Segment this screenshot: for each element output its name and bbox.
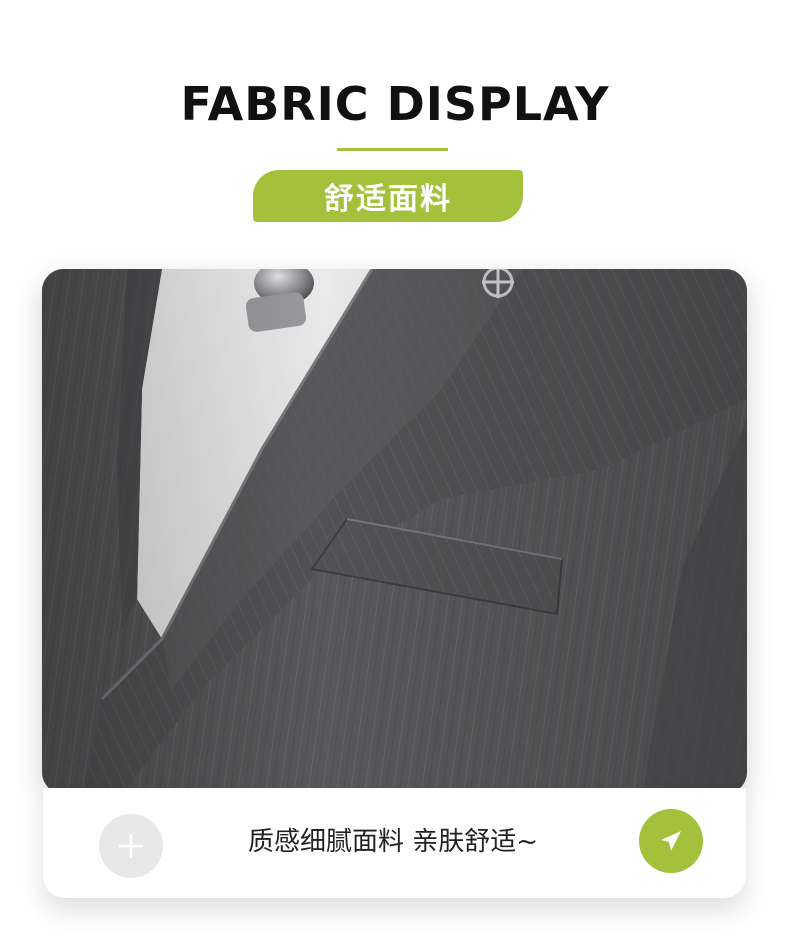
send-icon: [661, 831, 681, 851]
subtitle-badge-label: 舒适面料: [324, 182, 452, 217]
title-underline: [337, 148, 448, 151]
send-button[interactable]: [639, 809, 703, 873]
plus-button[interactable]: [99, 814, 163, 878]
caption-card: 质感细腻面料 亲肤舒适~: [43, 788, 746, 898]
product-detail-page: FABRIC DISPLAY 舒适面料 质感细腻面料 亲肤舒适~: [0, 0, 790, 945]
plus-icon: [118, 833, 144, 859]
fabric-photo: [42, 269, 747, 794]
page-title: FABRIC DISPLAY: [180, 77, 610, 131]
caption-text: 质感细腻面料 亲肤舒适~: [247, 827, 539, 857]
subtitle-badge: 舒适面料: [253, 170, 523, 222]
